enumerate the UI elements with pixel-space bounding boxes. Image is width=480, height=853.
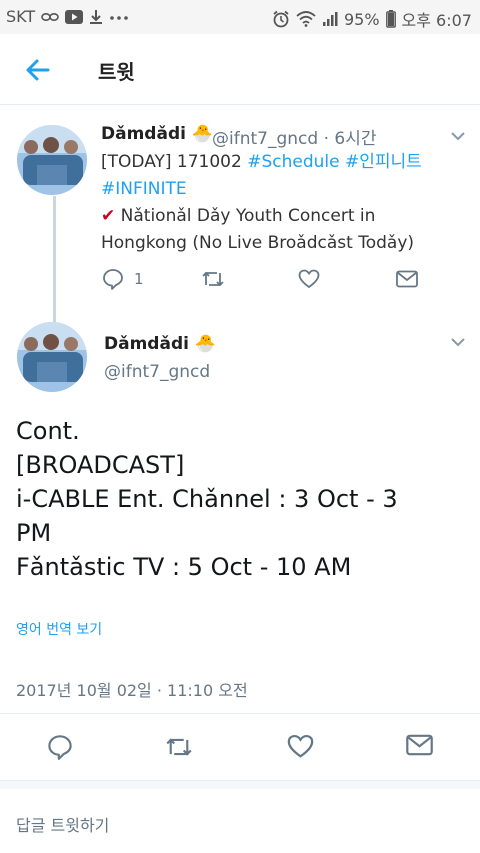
signal-icon [322,11,338,27]
tweet-text-line: Hongkong (No Live Broǎdcǎst Todǎy) [101,233,415,253]
author-name[interactable]: Dǎmdǎdi 🐣 [104,334,216,354]
tweet-text-line: [TODAY] 171002 [101,152,248,172]
reply-icon [47,734,73,760]
tweet-body-line: PM [16,519,52,547]
more-dots-icon [109,14,129,20]
tweet-body-line: Fǎntǎstic TV : 5 Oct - 10 AM [16,553,352,581]
tweet-body: Cont. [BROADCAST] i-CABLE Ent. Chǎnnel :… [16,414,471,584]
app-bar: 트윗 [0,34,480,105]
hashtag-link[interactable]: #Schedule [247,152,339,172]
heart-icon [287,734,314,759]
reply-count: 1 [134,270,144,288]
retweet-button[interactable] [201,266,225,292]
mail-icon [396,270,418,288]
avatar[interactable] [17,125,87,195]
page-title: 트윗 [98,60,135,84]
hashtag-link[interactable]: #INFINITE [101,179,187,199]
check-icon: ✔ [101,206,116,226]
chevron-down-icon[interactable] [450,336,466,348]
reply-prompt[interactable]: 답글 트윗하기 [16,812,109,836]
author-handle-time[interactable]: @ifnt7_gncd · 6시간 [212,124,376,149]
reply-button[interactable]: 1 [102,266,144,292]
chevron-down-icon[interactable] [450,130,466,142]
hashtag-link[interactable]: #인피니트 [340,152,422,172]
battery-icon [385,10,396,28]
clock-label: 오후 6:07 [401,11,472,30]
status-bar: SKT 95% 오후 6:07 [0,0,480,34]
like-button[interactable] [287,734,314,764]
retweet-icon [201,268,225,290]
tweet-timestamp: 2017년 10월 02일 · 11:10 오전 [16,681,248,700]
mail-icon [406,734,433,756]
battery-label: 95% [343,9,380,29]
retweet-button[interactable] [164,734,194,764]
wifi-icon [296,11,316,27]
link-icon [41,11,59,23]
tweet-body-line: Cont. [16,417,80,445]
divider [0,713,480,714]
youtube-icon [65,9,84,24]
direct-message-button[interactable] [396,266,418,292]
retweet-icon [164,734,194,760]
section-divider [0,780,480,789]
translate-link[interactable]: 영어 번역 보기 [16,619,102,639]
heart-icon [298,269,320,289]
direct-message-button[interactable] [406,734,433,764]
thread-line [53,196,56,330]
back-arrow-icon[interactable] [22,54,54,86]
tweet-time: · 6시간 [323,129,377,149]
reply-button[interactable] [47,734,73,764]
author-handle[interactable]: @ifnt7_gncd [212,129,318,149]
author-name[interactable]: Dǎmdǎdi 🐣 [101,124,213,144]
download-icon [89,9,103,25]
alarm-icon [272,10,290,28]
author-handle[interactable]: @ifnt7_gncd [104,362,210,382]
like-button[interactable] [298,266,320,292]
tweet-body-line: [BROADCAST] [16,451,185,479]
tweet-text-line: Nǎtionǎl Dǎy Youth Concert in [115,206,376,226]
tweet-body-line: i-CABLE Ent. Chǎnnel : 3 Oct - 3 [16,485,398,513]
avatar[interactable] [17,322,87,392]
carrier-label: SKT [6,7,36,26]
tweet-text: [TODAY] 171002 #Schedule #인피니트 #INFINITE… [101,149,461,257]
reply-icon [102,268,124,290]
